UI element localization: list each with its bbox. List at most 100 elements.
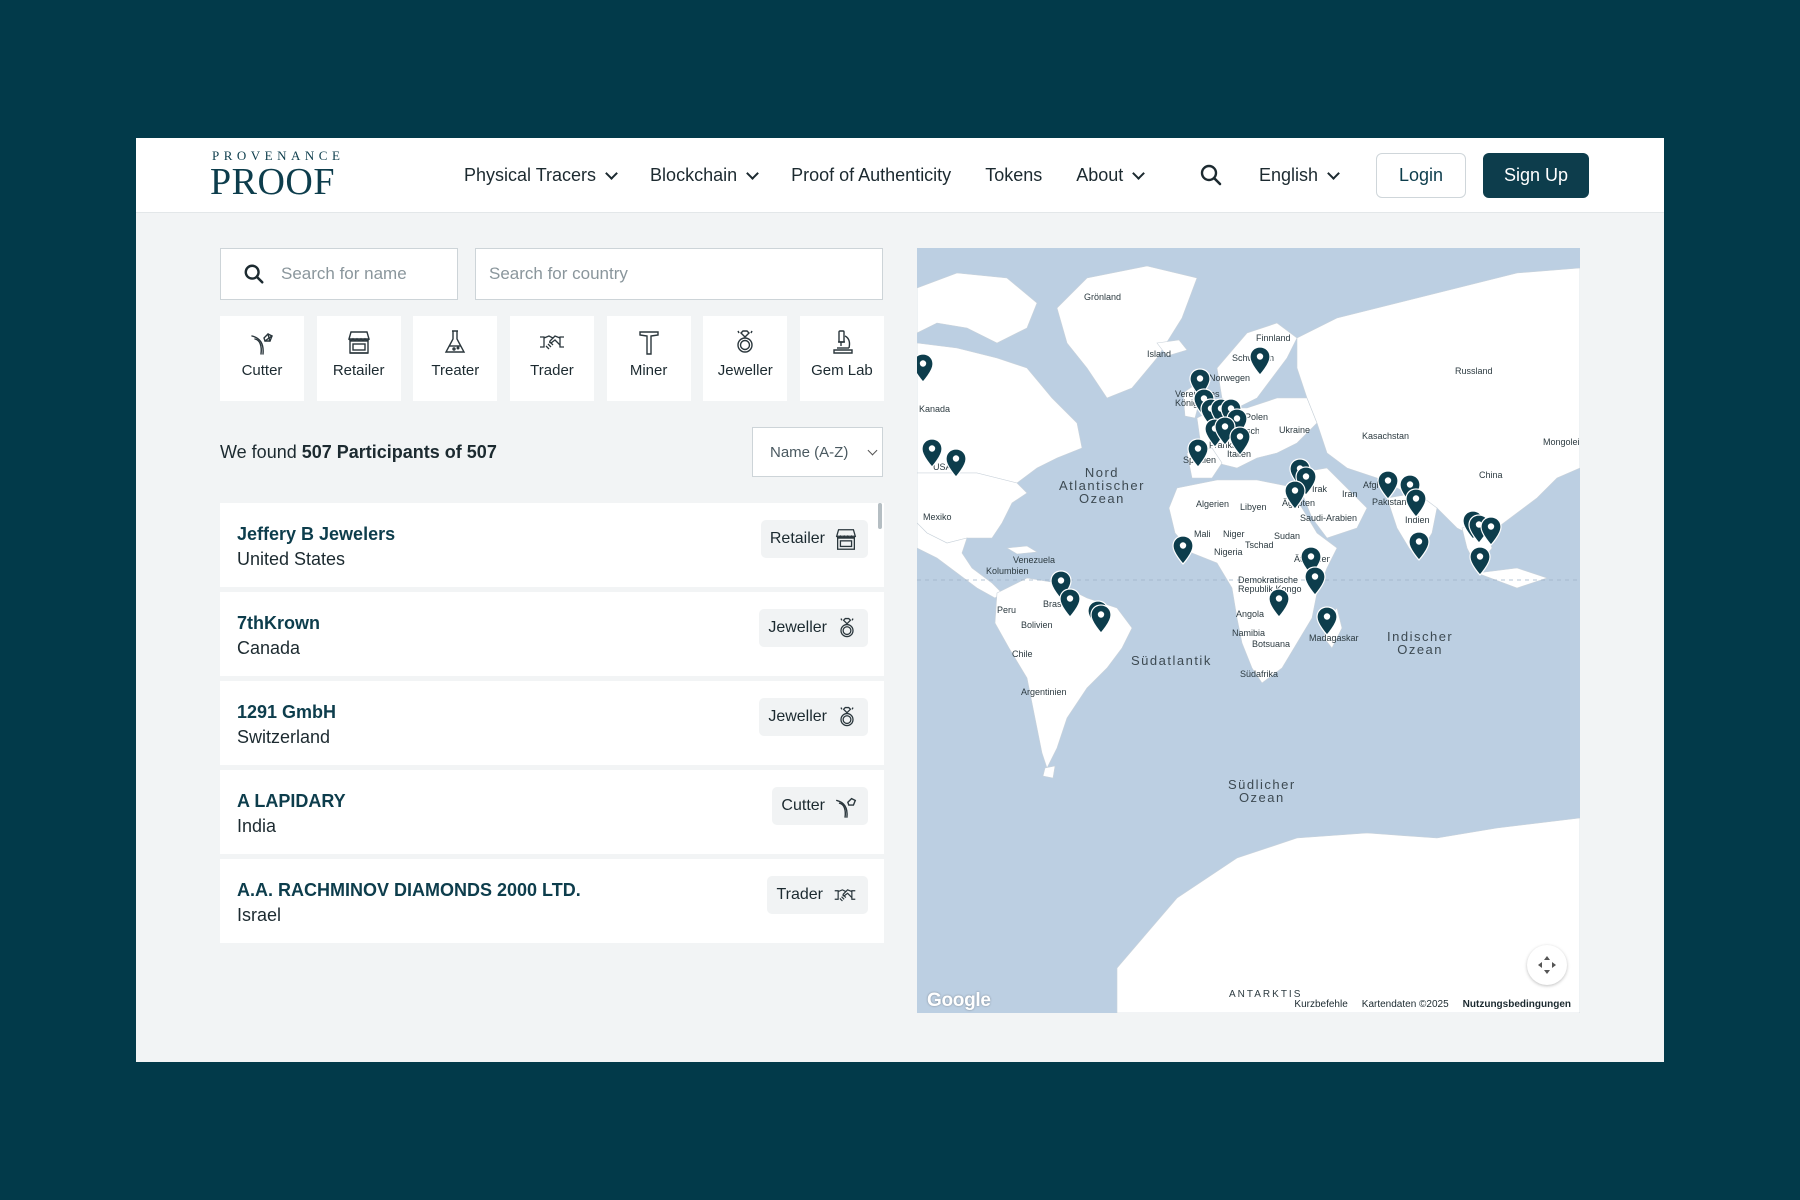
role-label: Cutter — [241, 362, 283, 379]
role-label: Miner — [629, 362, 668, 379]
nav-proof-of-authenticity[interactable]: Proof of Authenticity — [791, 165, 951, 186]
map-marker-pin-icon[interactable] — [945, 448, 967, 478]
map-label-mexiko: Mexiko — [923, 512, 952, 522]
country-search-input[interactable] — [489, 264, 882, 284]
handshake-icon — [539, 335, 564, 350]
search-icon[interactable] — [1199, 163, 1225, 189]
chevron-down-icon — [746, 166, 759, 180]
nav-blockchain-label: Blockchain — [650, 165, 738, 185]
participant-card[interactable]: Jeffery B Jewelers United States Retaile… — [220, 503, 884, 587]
top-navbar: PROVENANCE PROOF Physical Tracers Blockc… — [136, 138, 1664, 213]
role-badge-label: Trader — [776, 886, 823, 903]
participant-country: United States — [237, 549, 346, 569]
role-filter-miner[interactable]: Miner — [606, 316, 691, 401]
flask-icon — [445, 330, 466, 353]
map-marker-pin-icon[interactable] — [1304, 566, 1326, 596]
role-badge-label: Jeweller — [768, 619, 827, 636]
map-marker-pin-icon[interactable] — [1469, 546, 1491, 576]
role-badge: Cutter — [772, 787, 868, 825]
participant-card[interactable]: A.A. RACHMINOV DIAMONDS 2000 LTD. Israel… — [220, 859, 884, 943]
nav-tokens[interactable]: Tokens — [985, 165, 1042, 186]
role-filter-retailer[interactable]: Retailer — [316, 316, 401, 401]
role-filter-bar: Cutter Retailer Treater Trader Miner Jew… — [220, 316, 884, 401]
participant-map[interactable]: Grönland Island Finnland Schweden Norweg… — [917, 248, 1580, 1013]
map-marker-pin-icon[interactable] — [1249, 346, 1271, 376]
nav-physical-tracers[interactable]: Physical Tracers — [464, 165, 618, 186]
participant-card[interactable]: 1291 GmbH Switzerland Jeweller — [220, 681, 884, 765]
chevron-down-icon — [867, 445, 878, 456]
nav-proof-label: Proof of Authenticity — [791, 165, 952, 185]
country-search-field[interactable] — [475, 248, 883, 300]
map-marker-pin-icon[interactable] — [1229, 426, 1251, 456]
role-filter-jeweller[interactable]: Jeweller — [703, 316, 788, 401]
language-selector[interactable]: English — [1259, 138, 1340, 213]
map-marker-pin-icon[interactable] — [1187, 438, 1209, 468]
map-label-peru: Peru — [997, 605, 1017, 615]
map-label-tschad: Tschad — [1245, 540, 1274, 550]
nav-about-label: About — [1076, 165, 1124, 185]
map-marker-pin-icon[interactable] — [1316, 606, 1338, 636]
nav-blockchain[interactable]: Blockchain — [650, 165, 759, 186]
map-label-finnland: Finnland — [1256, 333, 1291, 343]
map-label-russland: Russland — [1455, 366, 1493, 376]
participant-name[interactable]: A LAPIDARY — [237, 791, 346, 812]
map-label-saudi: Saudi-Arabien — [1300, 513, 1358, 523]
map-shortcuts-link[interactable]: Kurzbefehle — [1294, 999, 1347, 1010]
app-frame: PROVENANCE PROOF Physical Tracers Blockc… — [136, 138, 1664, 1062]
map-marker-pin-icon[interactable] — [1059, 588, 1081, 618]
signup-button[interactable]: Sign Up — [1483, 153, 1589, 198]
sort-select[interactable]: Name (A-Z) — [752, 427, 883, 477]
cutter-icon — [251, 333, 273, 355]
nav-about[interactable]: About — [1076, 165, 1146, 186]
participant-name[interactable]: 7thKrown — [237, 613, 320, 634]
ring-icon — [840, 706, 854, 727]
map-fullscreen-button[interactable] — [1527, 945, 1567, 985]
map-marker-pin-icon[interactable] — [1405, 488, 1427, 518]
chevron-down-icon — [1132, 166, 1146, 180]
role-filter-gem-lab[interactable]: Gem Lab — [799, 316, 884, 401]
map-label-kanada: Kanada — [919, 404, 951, 414]
name-search-field[interactable] — [220, 248, 458, 300]
role-label: Jeweller — [717, 362, 773, 379]
ocean-label-sudatlantik: Südatlantik — [1131, 653, 1212, 668]
login-button[interactable]: Login — [1376, 153, 1466, 198]
list-scrollbar[interactable] — [878, 503, 882, 529]
participant-name[interactable]: Jeffery B Jewelers — [237, 524, 395, 545]
name-search-input[interactable] — [281, 264, 457, 284]
participant-name[interactable]: 1291 GmbH — [237, 702, 336, 723]
participant-card[interactable]: A LAPIDARY India Cutter — [220, 770, 884, 854]
map-marker-pin-icon[interactable] — [1408, 531, 1430, 561]
map-marker-pin-icon[interactable] — [1268, 588, 1290, 618]
microscope-icon — [833, 330, 853, 354]
role-badge: Jeweller — [759, 609, 868, 647]
map-marker-pin-icon[interactable] — [1480, 516, 1502, 546]
map-marker-pin-icon[interactable] — [1090, 604, 1112, 634]
map-marker-pin-icon[interactable] — [921, 438, 943, 468]
map-marker-pin-icon[interactable] — [1377, 470, 1399, 500]
map-label-iran: Iran — [1342, 489, 1358, 499]
participant-name[interactable]: A.A. RACHMINOV DIAMONDS 2000 LTD. — [237, 880, 581, 901]
map-label-kolumbien: Kolumbien — [986, 566, 1029, 576]
ring-icon — [840, 617, 854, 638]
map-label-kasachstan: Kasachstan — [1362, 431, 1410, 441]
role-filter-treater[interactable]: Treater — [413, 316, 498, 401]
participant-card[interactable]: 7thKrown Canada Jeweller — [220, 592, 884, 676]
map-data-credit: Kartendaten ©2025 — [1361, 999, 1449, 1010]
role-filter-trader[interactable]: Trader — [509, 316, 594, 401]
map-marker-pin-icon[interactable] — [1172, 535, 1194, 565]
map-marker-pin-icon[interactable] — [917, 353, 934, 383]
store-icon — [347, 331, 370, 354]
participant-country: Israel — [237, 905, 282, 925]
provenance-proof-logo[interactable]: PROVENANCE PROOF — [210, 146, 360, 206]
participant-list[interactable]: Jeffery B Jewelers United States Retaile… — [220, 503, 884, 1003]
map-label-bolivien: Bolivien — [1021, 620, 1053, 630]
logo-main-text: PROOF — [210, 161, 335, 203]
map-marker-pin-icon[interactable] — [1284, 480, 1306, 510]
google-logo: Google — [927, 990, 991, 1011]
participant-country: Switzerland — [237, 727, 331, 747]
role-label: Gem Lab — [811, 362, 873, 379]
map-terms-link[interactable]: Nutzungsbedingungen — [1463, 999, 1571, 1010]
map-label-mali: Mali — [1194, 529, 1211, 539]
results-count-value: 507 Participants of 507 — [301, 442, 497, 462]
role-filter-cutter[interactable]: Cutter — [220, 316, 304, 401]
